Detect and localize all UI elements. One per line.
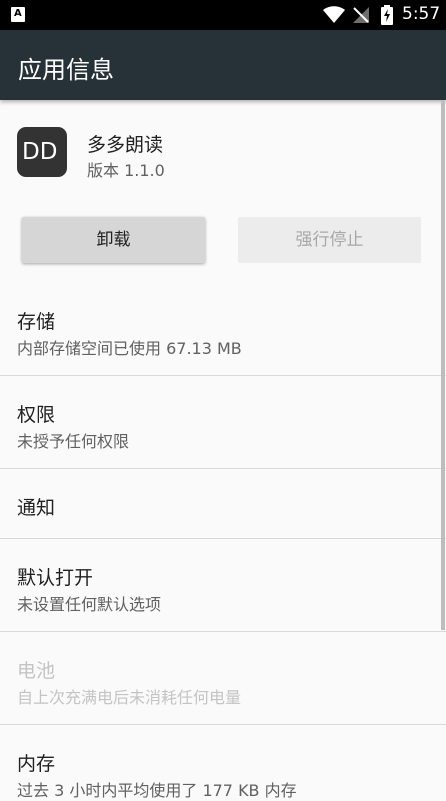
- open-by-default-item[interactable]: 默认打开 未设置任何默认选项: [0, 539, 446, 631]
- memory-title: 内存: [17, 753, 56, 775]
- permissions-item[interactable]: 权限 未授予任何权限: [0, 376, 446, 468]
- battery-item: 电池 自上次充满电后未消耗任何电量: [0, 632, 446, 724]
- app-icon: DD: [17, 127, 67, 177]
- app-header: DD 多多朗读 版本 1.1.0: [0, 100, 446, 210]
- permissions-subtitle: 未授予任何权限: [17, 432, 130, 451]
- notification-app-icon-letter: A: [14, 8, 22, 19]
- storage-title: 存储: [17, 311, 56, 333]
- wifi-icon: [323, 6, 345, 23]
- app-icon-text: DD: [22, 139, 58, 165]
- status-time: 5:57: [402, 4, 441, 24]
- app-name: 多多朗读: [87, 134, 164, 156]
- no-signal-icon: [353, 7, 369, 23]
- uninstall-button[interactable]: 卸载: [22, 217, 205, 263]
- notifications-item[interactable]: 通知: [0, 469, 446, 538]
- permissions-title: 权限: [17, 404, 56, 426]
- app-bar: 应用信息: [0, 30, 446, 100]
- storage-item[interactable]: 存储 内部存储空间已使用 67.13 MB: [0, 285, 446, 375]
- notifications-title: 通知: [17, 497, 56, 519]
- scrollbar[interactable]: [441, 100, 445, 630]
- storage-subtitle: 内部存储空间已使用 67.13 MB: [17, 339, 242, 358]
- app-version: 版本 1.1.0: [87, 161, 165, 180]
- notification-app-icon: A: [11, 7, 25, 22]
- status-bar: A 5:57: [0, 0, 446, 30]
- memory-item[interactable]: 内存 过去 3 小时内平均使用了 177 KB 内存: [0, 725, 446, 800]
- battery-title: 电池: [17, 660, 56, 682]
- open-by-default-title: 默认打开: [17, 567, 94, 589]
- page-title: 应用信息: [18, 56, 114, 84]
- battery-charging-icon: [381, 5, 393, 25]
- memory-subtitle: 过去 3 小时内平均使用了 177 KB 内存: [17, 781, 297, 800]
- open-by-default-subtitle: 未设置任何默认选项: [17, 595, 162, 614]
- force-stop-button: 强行停止: [238, 217, 421, 263]
- battery-subtitle: 自上次充满电后未消耗任何电量: [17, 688, 242, 707]
